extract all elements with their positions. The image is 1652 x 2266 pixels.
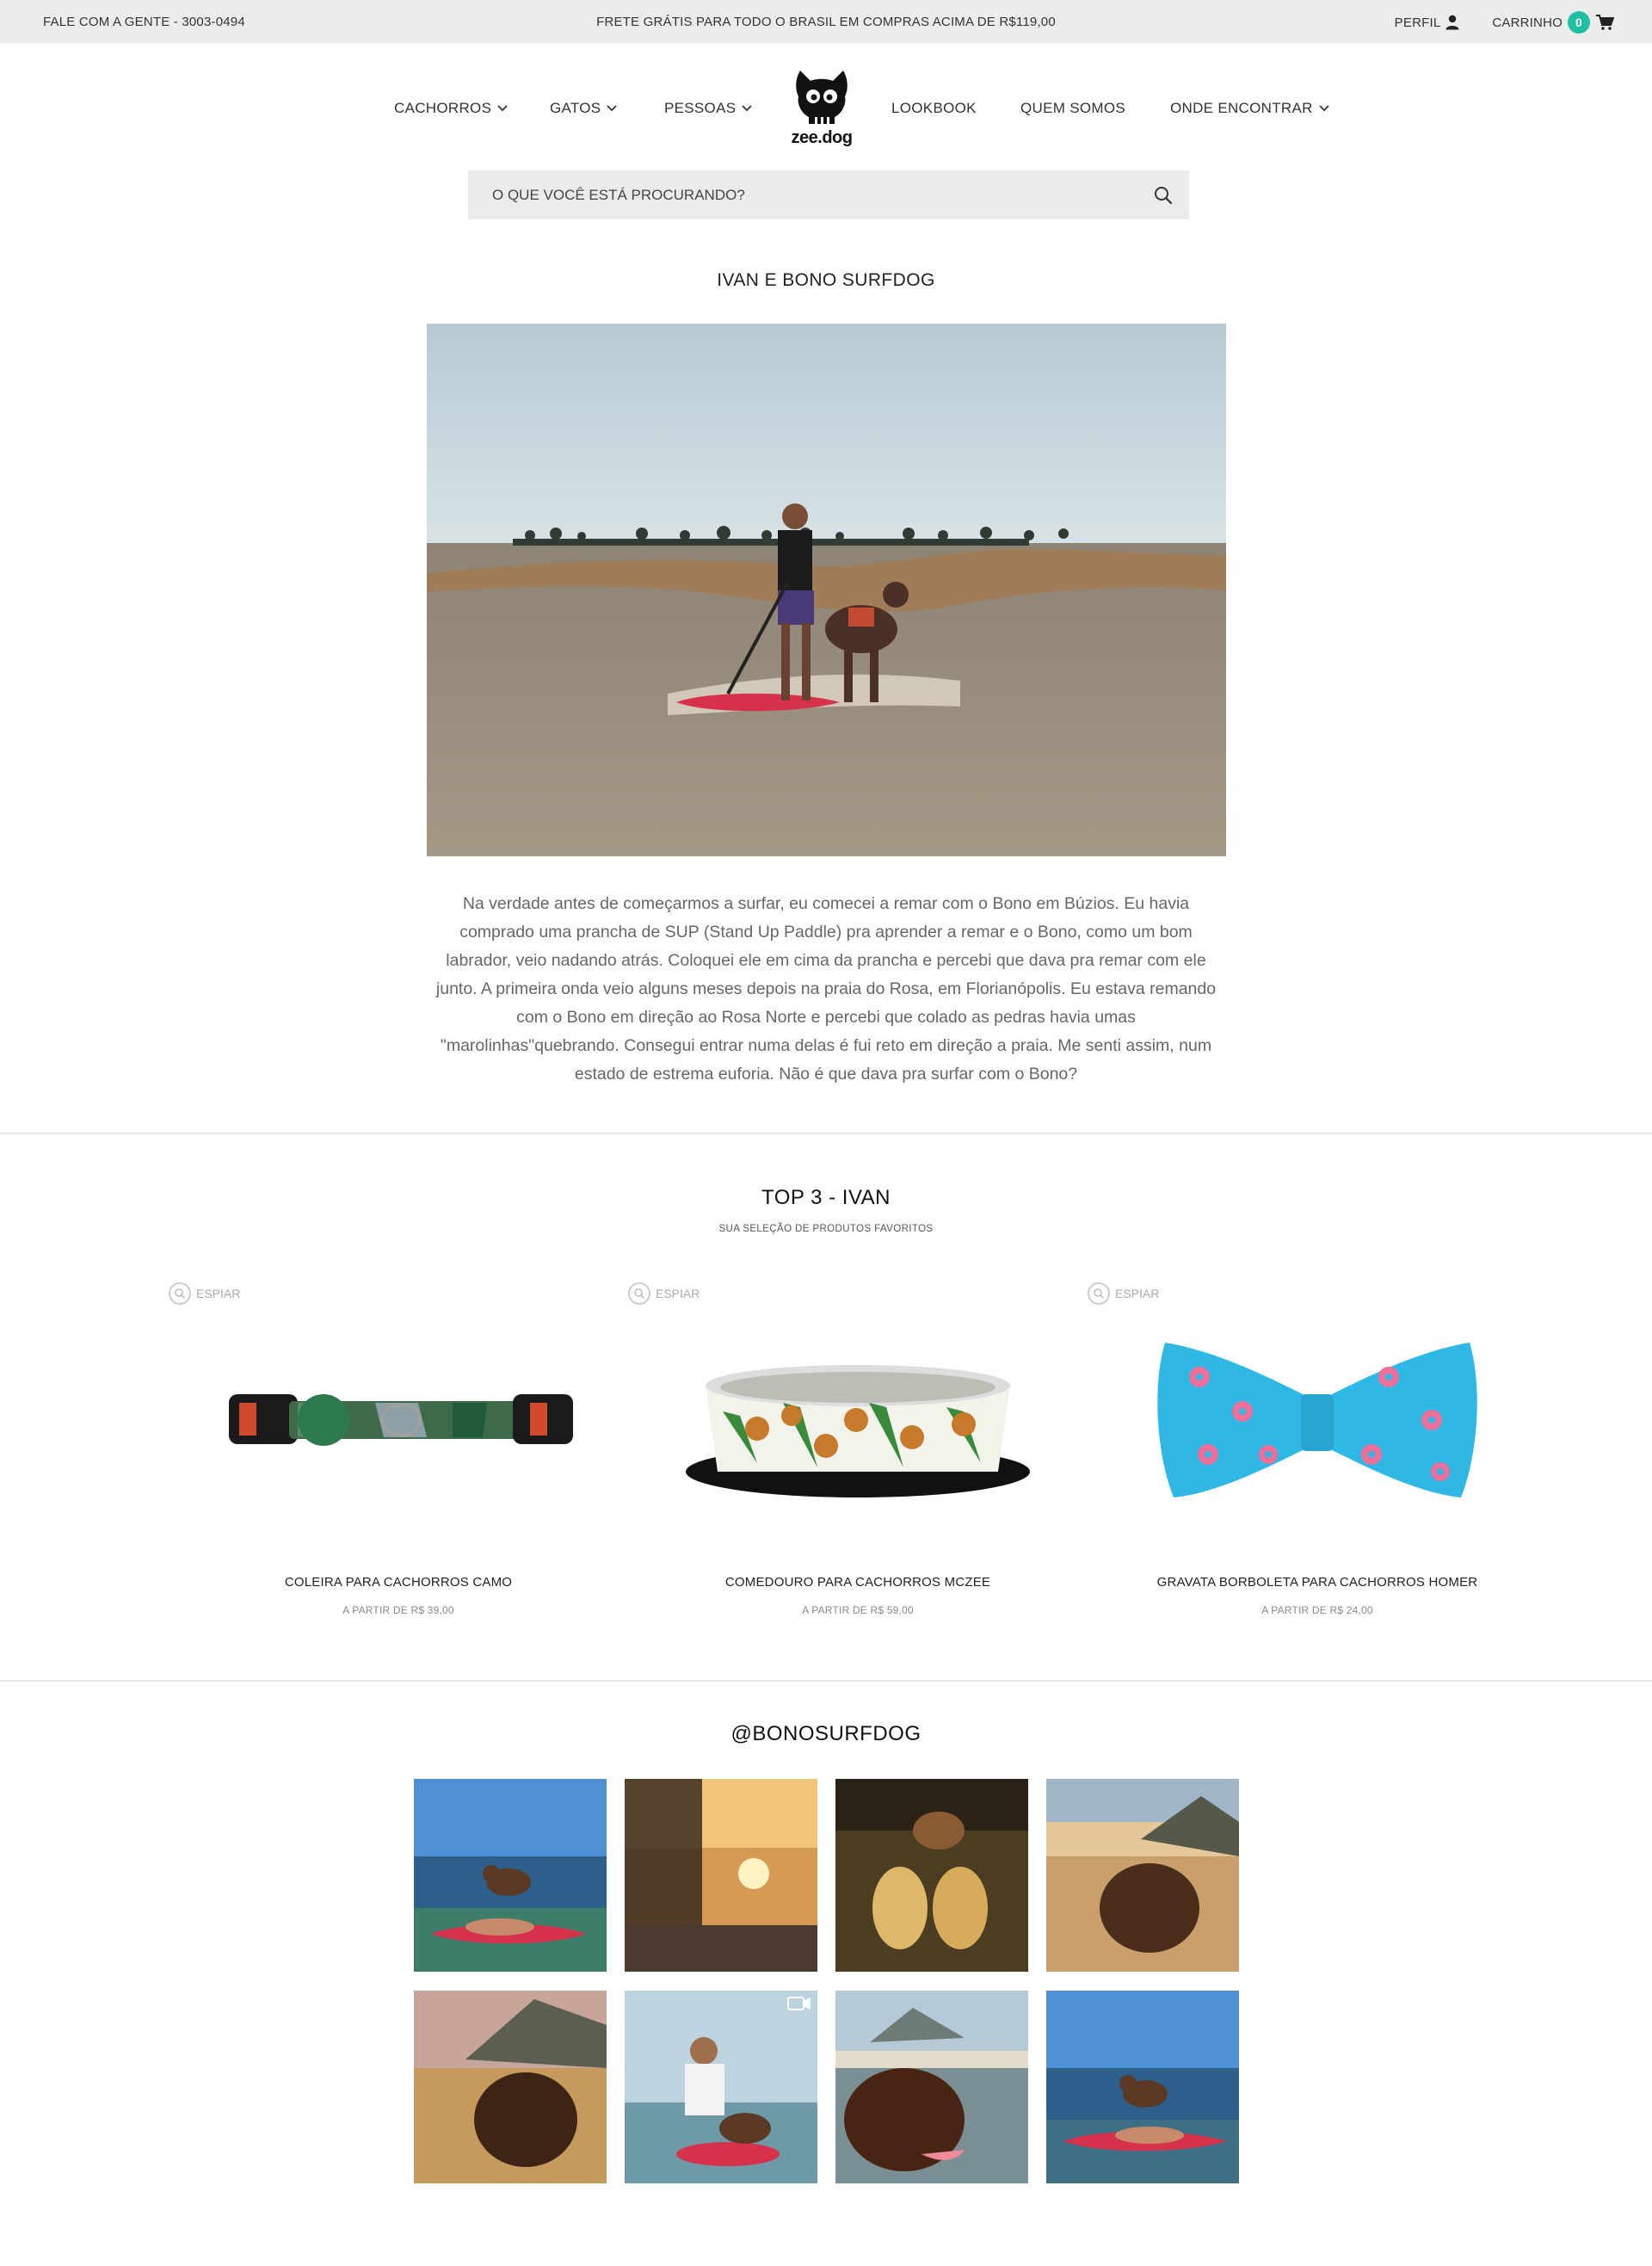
search-input[interactable]	[468, 170, 1139, 219]
cart-icon	[1596, 15, 1614, 30]
top3-title: TOP 3 - IVAN	[761, 1186, 891, 1209]
product-name[interactable]: COMEDOURO PARA CACHORROS MCZEE	[628, 1575, 1088, 1590]
profile-link[interactable]: PERFIL	[1395, 15, 1460, 30]
nav-cachorros[interactable]: CACHORROS	[394, 100, 509, 117]
instagram-photo[interactable]	[1046, 1779, 1239, 1972]
product-image-bowl[interactable]	[654, 1317, 1062, 1515]
nav-label: GATOS	[550, 100, 601, 116]
nav-label: CACHORROS	[394, 100, 492, 116]
search-bar	[468, 170, 1189, 219]
quick-view-button[interactable]: ESPIAR	[1088, 1282, 1159, 1305]
chevron-down-icon	[607, 105, 618, 112]
quick-view-button[interactable]: ESPIAR	[169, 1282, 240, 1305]
product-image-collar[interactable]	[194, 1317, 602, 1515]
instagram-video[interactable]	[625, 1991, 817, 2183]
nav-gatos[interactable]: GATOS	[550, 100, 618, 117]
main-nav: CACHORROS GATOS PESSOAS zee.dog LOOKBOOK…	[0, 52, 1652, 155]
nav-label: QUEM SOMOS	[1020, 100, 1126, 116]
top3-subtitle: SUA SELEÇÃO DE PRODUTOS FAVORITOS	[718, 1224, 934, 1234]
search-icon[interactable]	[1153, 185, 1174, 206]
product-price: A PARTIR DE R$ 59,00	[802, 1604, 914, 1616]
section-divider	[0, 1133, 1652, 1134]
section-divider	[0, 1680, 1652, 1682]
cart-label: CARRINHO	[1492, 15, 1563, 30]
instagram-handle[interactable]: @BONOSURFDOG	[0, 1722, 1652, 1746]
cart-link[interactable]: CARRINHO 0	[1492, 11, 1614, 34]
top-bar: FALE COM A GENTE - 3003-0494 FRETE GRÁTI…	[0, 0, 1652, 43]
chevron-down-icon	[1319, 105, 1329, 112]
product-card[interactable]: ESPIAR GRAVATA BORBOLETA PARA CACHORROS …	[1088, 1282, 1547, 1627]
nav-onde-encontrar[interactable]: ONDE ENCONTRAR	[1170, 100, 1330, 117]
quick-view-icon	[169, 1282, 191, 1305]
instagram-photo[interactable]	[835, 1991, 1028, 2183]
nav-quem-somos[interactable]: QUEM SOMOS	[1020, 100, 1125, 117]
instagram-photo[interactable]	[1046, 1991, 1239, 2183]
product-card[interactable]: ESPIAR COMEDOURO PARA CACHORROS MCZEE A …	[628, 1282, 1088, 1627]
story-title: IVAN E BONO SURFDOG	[717, 270, 935, 290]
cart-count-badge: 0	[1568, 11, 1590, 34]
hero-image-surf	[427, 324, 1226, 856]
product-price: A PARTIR DE R$ 24,00	[1261, 1604, 1373, 1616]
nav-label: LOOKBOOK	[891, 100, 977, 116]
zeedog-logo[interactable]: zee.dog	[786, 67, 857, 150]
user-icon	[1446, 15, 1459, 30]
chevron-down-icon	[497, 105, 508, 112]
quick-view-label: ESPIAR	[656, 1287, 700, 1300]
quick-view-label: ESPIAR	[196, 1287, 241, 1300]
nav-pessoas[interactable]: PESSOAS	[664, 100, 753, 117]
quick-view-icon	[628, 1282, 650, 1305]
logo-wordmark: zee.dog	[791, 128, 853, 147]
quick-view-label: ESPIAR	[1115, 1287, 1160, 1300]
product-price: A PARTIR DE R$ 39,00	[342, 1604, 454, 1616]
quick-view-button[interactable]: ESPIAR	[628, 1282, 700, 1305]
profile-label: PERFIL	[1394, 15, 1441, 30]
product-image-bowtie[interactable]	[1113, 1317, 1521, 1515]
product-card[interactable]: ESPIAR COLEIRA PARA CACHORROS CAMO A PAR…	[169, 1282, 628, 1627]
chevron-down-icon	[742, 105, 752, 112]
quick-view-icon	[1088, 1282, 1110, 1305]
skull-logo-icon	[796, 71, 848, 124]
product-name[interactable]: GRAVATA BORBOLETA PARA CACHORROS HOMER	[1088, 1575, 1547, 1590]
instagram-photo[interactable]	[414, 1991, 607, 2183]
instagram-photo[interactable]	[414, 1779, 607, 1972]
instagram-photo[interactable]	[835, 1779, 1028, 1972]
nav-label: ONDE ENCONTRAR	[1170, 100, 1313, 116]
nav-label: PESSOAS	[664, 100, 737, 116]
nav-lookbook[interactable]: LOOKBOOK	[891, 100, 977, 117]
product-name[interactable]: COLEIRA PARA CACHORROS CAMO	[169, 1575, 628, 1590]
instagram-photo[interactable]	[625, 1779, 817, 1972]
story-paragraph: Na verdade antes de começarmos a surfar,…	[435, 894, 1217, 1084]
